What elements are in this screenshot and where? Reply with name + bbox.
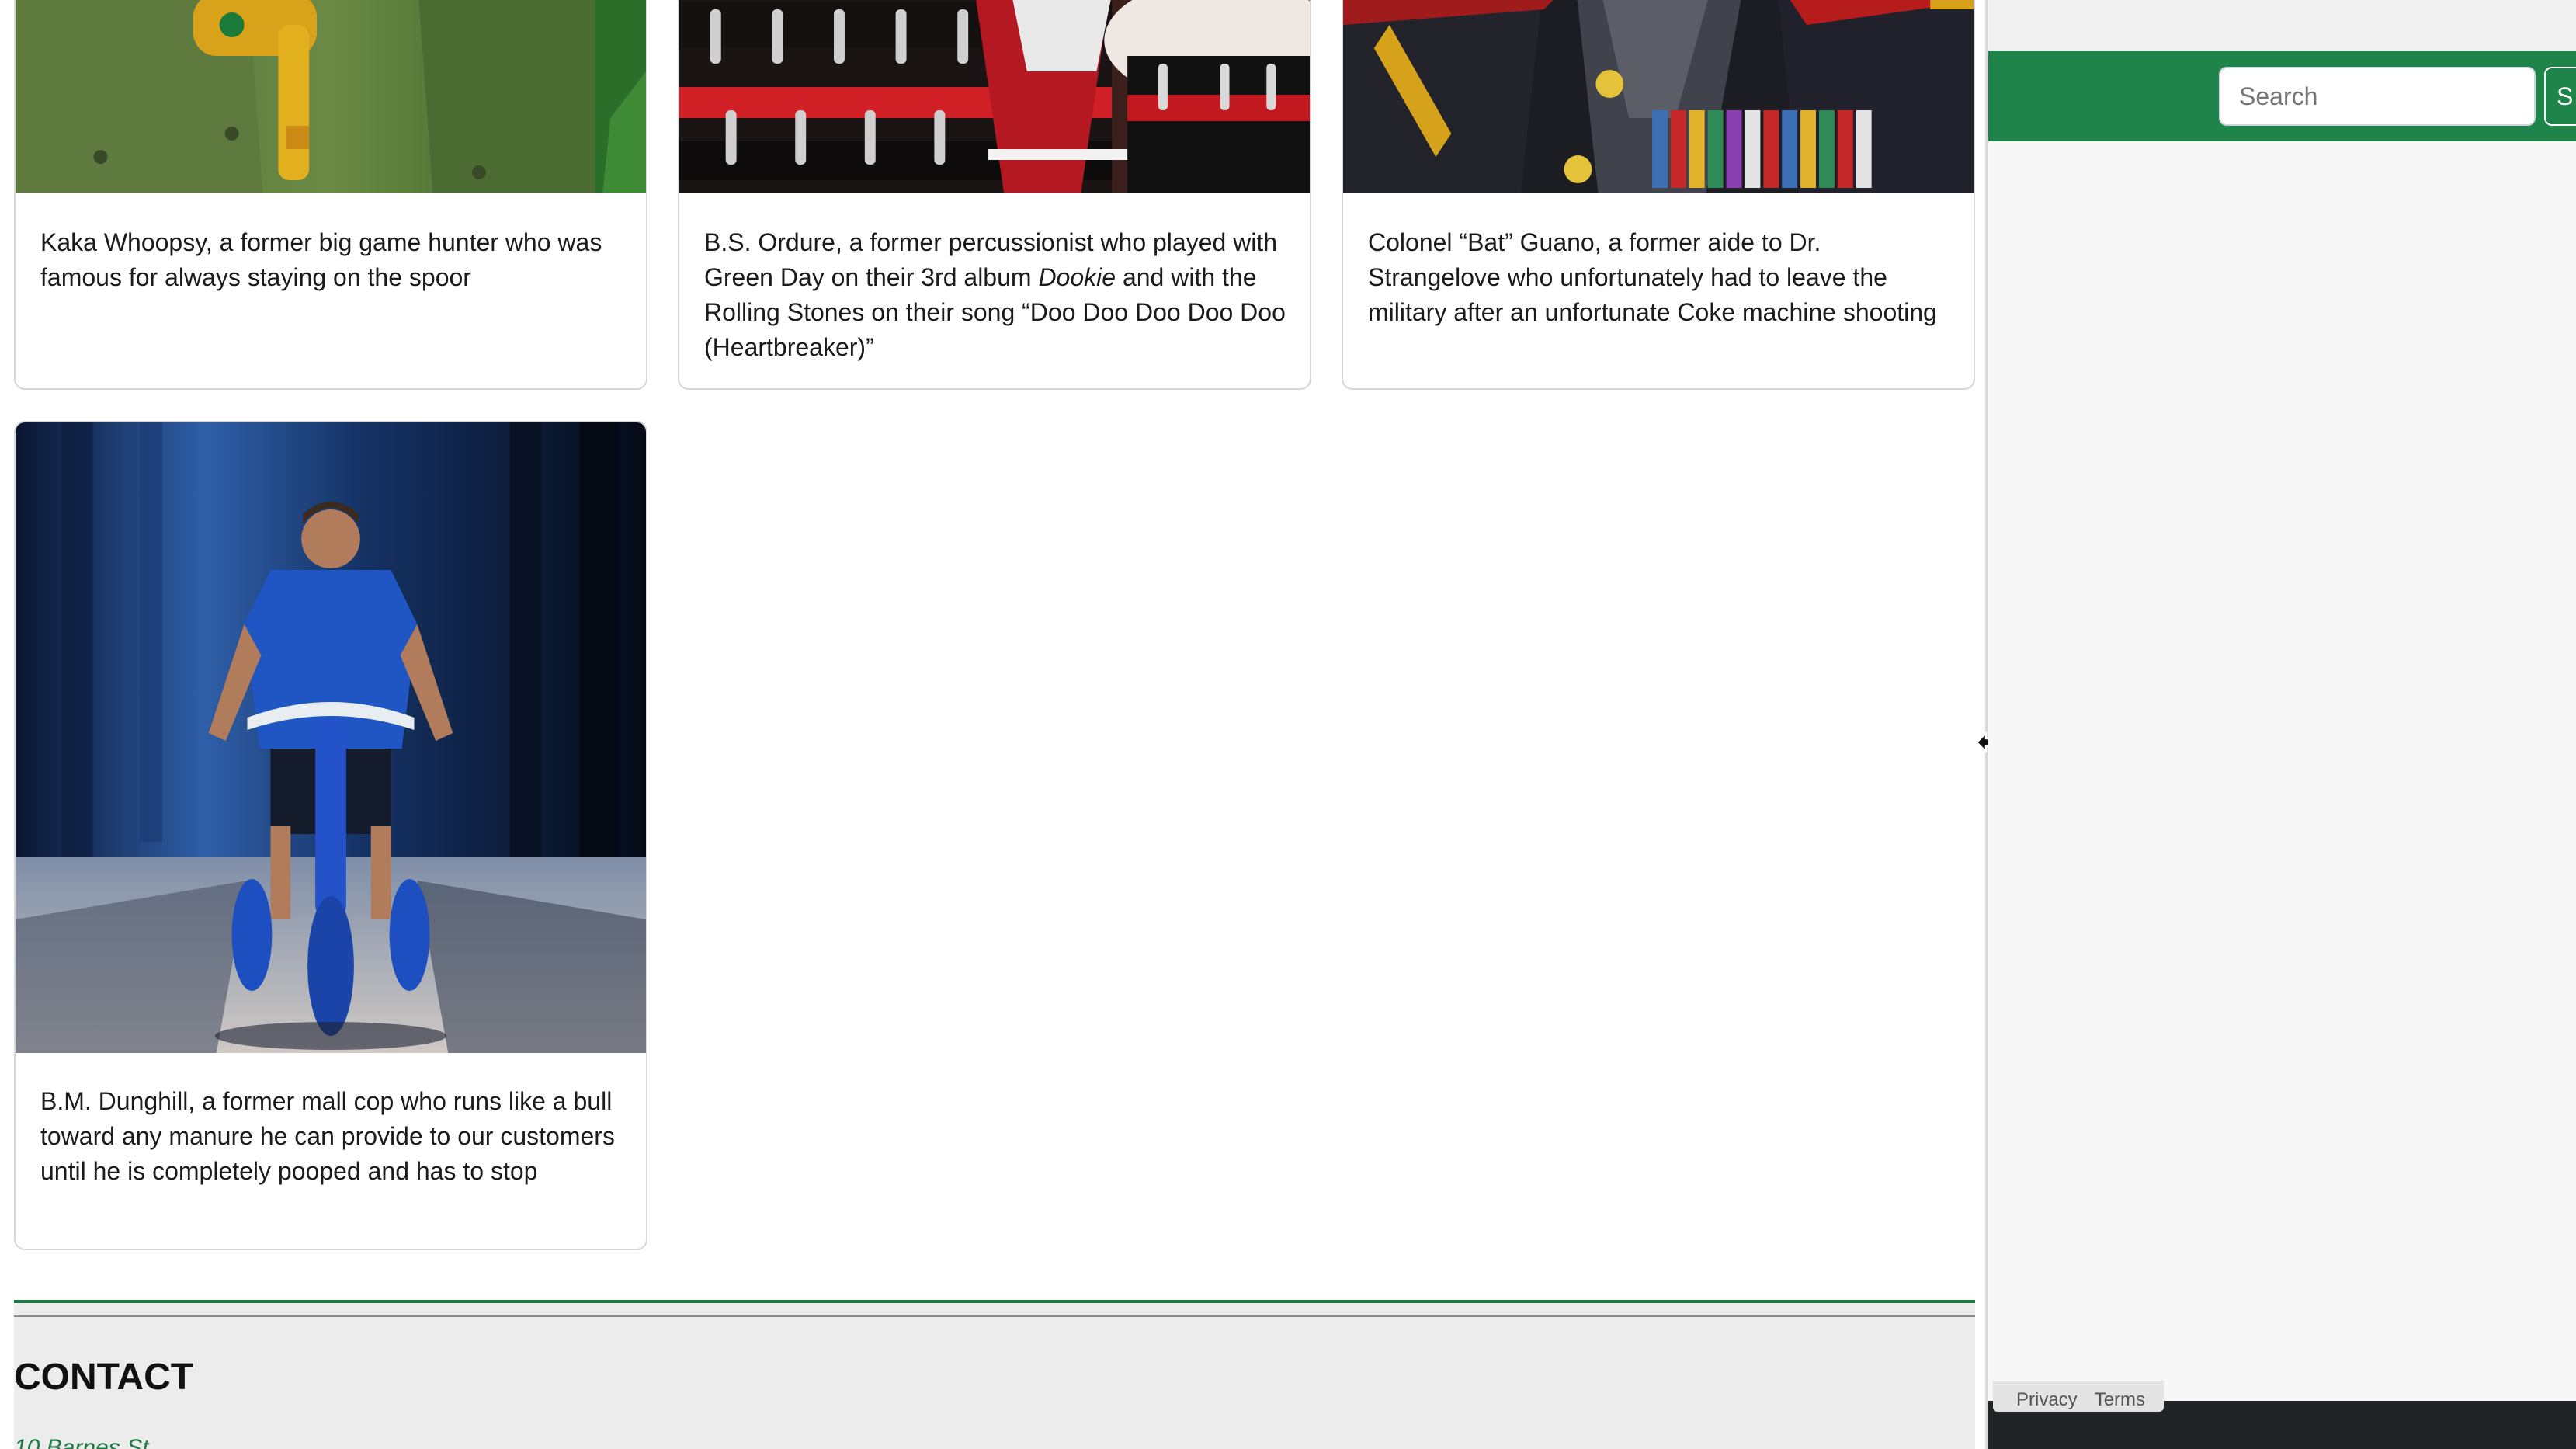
contact-section: CONTACT 10 Barnes St (14, 1300, 1975, 1449)
team-card-caption: Colonel “Bat” Guano, a former aide to Dr… (1368, 228, 1937, 326)
contact-heading: CONTACT (14, 1357, 194, 1398)
footer-link-privacy[interactable]: Privacy (2016, 1389, 2078, 1410)
team-card-caption: B.S. Ordure, a former percussionist who … (704, 225, 1288, 365)
browser-top-bar (1988, 0, 2576, 52)
team-card-caption: B.M. Dunghill, a former mall cop who run… (40, 1087, 615, 1185)
team-card-caption: Kaka Whoopsy, a former big game hunter w… (40, 228, 602, 291)
screen: Kaka Whoopsy, a former big game hunter w… (0, 0, 2576, 1449)
search-button[interactable]: S (2544, 67, 2576, 126)
left-browser-pane: Kaka Whoopsy, a former big game hunter w… (0, 0, 1988, 1449)
album-title: Dookie (1038, 263, 1116, 291)
split-divider[interactable] (1985, 0, 1988, 1449)
team-card-image (16, 0, 646, 193)
team-card-percussionist: B.S. Ordure, a former percussionist who … (678, 0, 1311, 390)
team-card-image (679, 0, 1310, 193)
contact-address-link[interactable]: 10 Barnes St (14, 1435, 148, 1449)
footer-link-terms[interactable]: Terms (2095, 1389, 2145, 1410)
team-card-image (1343, 0, 1974, 193)
search-input[interactable] (2219, 67, 2536, 126)
page-content-area (1988, 141, 2576, 1401)
footer-links: Privacy Terms (1993, 1381, 2164, 1412)
team-card-colonel: Colonel “Bat” Guano, a former aide to Dr… (1342, 0, 1975, 390)
team-card-image (16, 422, 646, 1053)
contact-divider (14, 1315, 1975, 1317)
team-card-hunter: Kaka Whoopsy, a former big game hunter w… (14, 0, 647, 390)
team-card-mall-cop: B.M. Dunghill, a former mall cop who run… (14, 421, 647, 1250)
right-browser-pane: S Privacy Terms (1988, 0, 2576, 1449)
